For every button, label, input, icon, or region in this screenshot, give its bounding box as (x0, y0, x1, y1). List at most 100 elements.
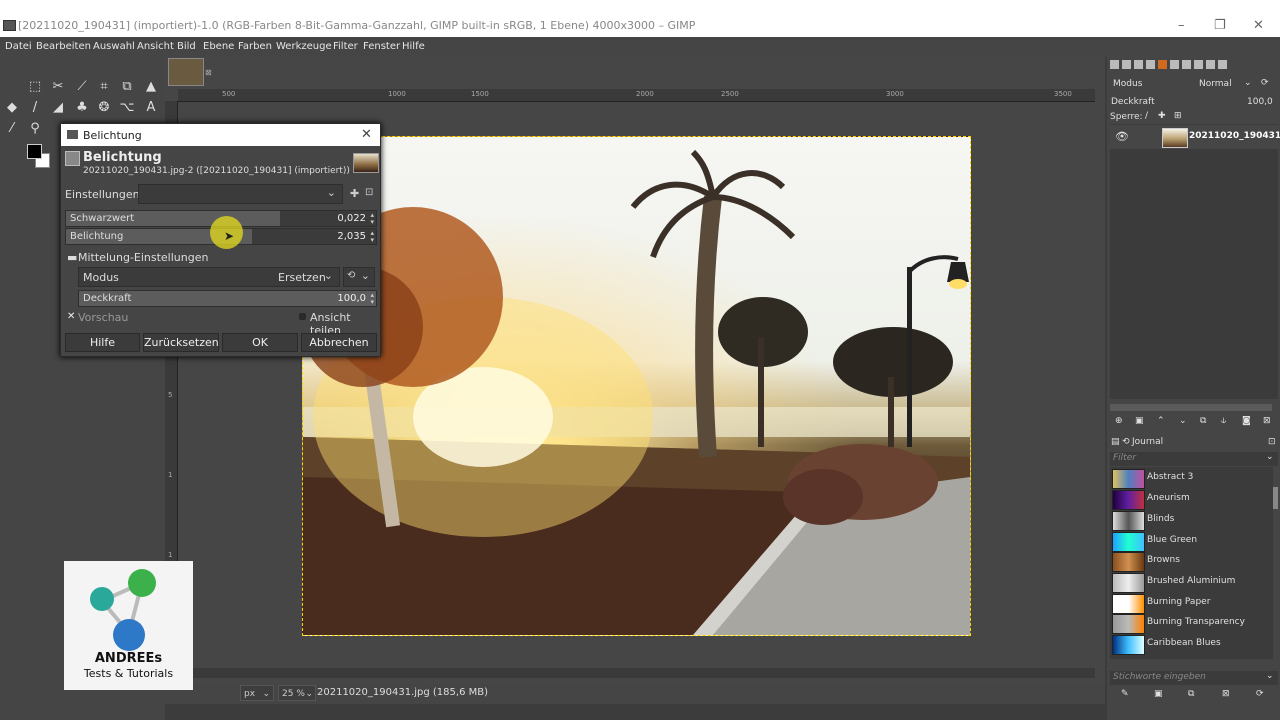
blend-opacity-spin[interactable]: Deckkraft 100,0 ▴ ▾ (78, 290, 377, 307)
journal-tab[interactable]: Journal (1132, 437, 1163, 447)
ok-button[interactable]: OK (222, 333, 298, 352)
gradient-filter-field[interactable]: Filter ⌄ (1110, 452, 1278, 466)
patterns-tab-icon[interactable] (1170, 60, 1179, 69)
preset-menu-icon[interactable]: ⊡ (365, 187, 373, 198)
duplicate-layer-icon[interactable]: ⧉ (1200, 416, 1206, 426)
close-icon[interactable]: ✕ (1253, 18, 1264, 33)
zoom-select[interactable]: 25 % ⌄ (278, 685, 316, 701)
gradient-item[interactable]: Aneurism (1110, 489, 1273, 510)
refresh-gradients-icon[interactable]: ⟳ (1256, 689, 1264, 699)
path-icon[interactable]: ⌥ (119, 100, 135, 116)
eye-icon[interactable]: 👁 (1115, 130, 1129, 143)
layer-scrollbar[interactable] (1110, 404, 1272, 411)
brushes-tab-icon[interactable] (1158, 60, 1167, 69)
images-tab-icon[interactable] (1206, 60, 1215, 69)
menu-auswahl[interactable]: Auswahl (93, 41, 135, 52)
lock-alpha-icon[interactable]: ⊞ (1174, 111, 1182, 121)
color-picker-icon[interactable]: ⁄ (4, 121, 20, 137)
bucket-fill-icon[interactable]: ◆ (4, 100, 20, 116)
edit-gradient-icon[interactable]: ✎ (1121, 689, 1129, 699)
layers-tab-icon[interactable] (1110, 60, 1119, 69)
maximize-icon[interactable]: ❐ (1214, 18, 1226, 33)
preview-checkbox[interactable]: ✕ (67, 311, 75, 322)
spin-arrows-icon[interactable]: ▴ ▾ (370, 230, 374, 244)
gradient-item[interactable]: Caribbean Blues (1110, 634, 1273, 655)
menu-bild[interactable]: Bild (177, 41, 196, 52)
layer-opacity-value[interactable]: 100,0 (1247, 97, 1273, 107)
layer-mode-select[interactable]: Normal (1199, 79, 1232, 89)
menu-bearbeiten[interactable]: Bearbeiten (36, 41, 91, 52)
gradient-item[interactable]: Brushed Aluminium (1110, 572, 1273, 593)
spin-arrows-icon[interactable]: ▴ ▾ (370, 292, 374, 306)
help-button[interactable]: Hilfe (65, 333, 140, 352)
collapse-icon[interactable]: ▬ (67, 251, 77, 264)
blend-mode-combo[interactable]: Modus Ersetzen ⌄ (78, 267, 340, 287)
add-preset-icon[interactable]: ✚ (350, 187, 359, 200)
paths-tab-icon[interactable] (1134, 60, 1143, 69)
new-layer-icon[interactable]: ⊕ (1115, 416, 1123, 426)
warp-icon[interactable]: ▲ (143, 79, 159, 95)
image-tab-thumbnail[interactable] (168, 58, 204, 86)
dialog-titlebar[interactable]: Belichtung ✕ (61, 124, 380, 146)
delete-layer-icon[interactable]: ⊠ (1263, 416, 1271, 426)
duplicate-gradient-icon[interactable]: ⧉ (1188, 689, 1194, 699)
delete-gradient-icon[interactable]: ⊠ (1222, 689, 1230, 699)
tags-field[interactable]: Stichworte eingeben ⌄ (1110, 671, 1278, 685)
menu-filter[interactable]: Filter (333, 41, 358, 52)
gradient-item[interactable]: Browns (1110, 551, 1273, 572)
chevron-down-icon[interactable]: ⌄ (1266, 452, 1274, 462)
layer-row[interactable]: 👁 20211020_190431. (1110, 125, 1280, 149)
gradient-item[interactable]: Blue Green (1110, 531, 1273, 552)
gradient-scrollbar[interactable] (1273, 487, 1278, 509)
new-group-icon[interactable]: ▣ (1135, 416, 1144, 426)
free-select-icon[interactable]: ✂ (50, 79, 66, 95)
menu-ebene[interactable]: Ebene (203, 41, 234, 52)
smudge-icon[interactable]: ❂ (96, 100, 112, 116)
reset-mode-icon[interactable]: ⟳ (1261, 78, 1269, 88)
cancel-button[interactable]: Abbrechen (301, 333, 377, 352)
split-view-checkbox[interactable] (299, 313, 306, 320)
horizontal-scrollbar[interactable] (178, 668, 1095, 678)
text-icon[interactable]: A (143, 100, 159, 116)
paintbrush-icon[interactable]: / (27, 100, 43, 116)
close-icon[interactable]: ✕ (361, 127, 372, 142)
menu-werkzeuge[interactable]: Werkzeuge (276, 41, 332, 52)
fuzzy-select-icon[interactable]: ⟋ (74, 79, 90, 95)
unit-select[interactable]: px ⌄ (240, 685, 274, 701)
gradient-item[interactable]: Abstract 3 (1110, 468, 1273, 489)
channels-tab-icon[interactable] (1122, 60, 1131, 69)
merge-layer-icon[interactable]: ⫝ (1221, 416, 1226, 426)
transform-icon[interactable]: ⧉ (119, 79, 135, 95)
gradient-item[interactable]: Burning Transparency (1110, 613, 1273, 634)
presets-combo[interactable]: ⌄ (138, 184, 343, 204)
menu-fenster[interactable]: Fenster (363, 41, 400, 52)
configure-tab-icon[interactable]: ⊡ (1268, 437, 1276, 447)
rect-select-icon[interactable]: ⬚ (27, 79, 43, 95)
spin-arrows-icon[interactable]: ▴ ▾ (370, 212, 374, 226)
reset-button[interactable]: Zurücksetzen (143, 333, 219, 352)
blending-options-expander[interactable]: Mittelung-Einstellungen (78, 251, 208, 264)
lock-position-icon[interactable]: ✚ (1158, 111, 1166, 121)
crop-icon[interactable]: ⌗ (96, 79, 112, 95)
fonts-tab-icon[interactable] (1194, 60, 1203, 69)
menu-datei[interactable]: Datei (5, 41, 32, 52)
menu-hilfe[interactable]: Hilfe (402, 41, 425, 52)
composite-mode-combo[interactable]: ⟲ ⌄ (343, 267, 375, 287)
raise-layer-icon[interactable]: ⌃ (1157, 416, 1165, 426)
new-gradient-icon[interactable]: ▣ (1154, 689, 1163, 699)
minimize-icon[interactable]: – (1178, 18, 1185, 33)
lower-layer-icon[interactable]: ⌄ (1179, 416, 1187, 426)
gradient-tab-icon[interactable]: ▤ (1111, 437, 1120, 447)
mask-icon[interactable]: ◙ (1242, 416, 1251, 426)
foreground-color-swatch[interactable] (27, 144, 42, 159)
image-canvas[interactable] (302, 136, 971, 636)
image-tab-close-icon[interactable]: ⊠ (205, 68, 212, 77)
chevron-down-icon[interactable]: ⌄ (1244, 78, 1252, 88)
zoom-icon[interactable]: ⚲ (27, 121, 43, 137)
menu-ansicht[interactable]: Ansicht (137, 41, 174, 52)
undo-tab-icon[interactable] (1146, 60, 1155, 69)
gradients-tab-icon[interactable] (1182, 60, 1191, 69)
menu-farben[interactable]: Farben (238, 41, 272, 52)
gradient-item[interactable]: Blinds (1110, 510, 1273, 531)
gradient-item[interactable]: Burning Paper (1110, 593, 1273, 614)
